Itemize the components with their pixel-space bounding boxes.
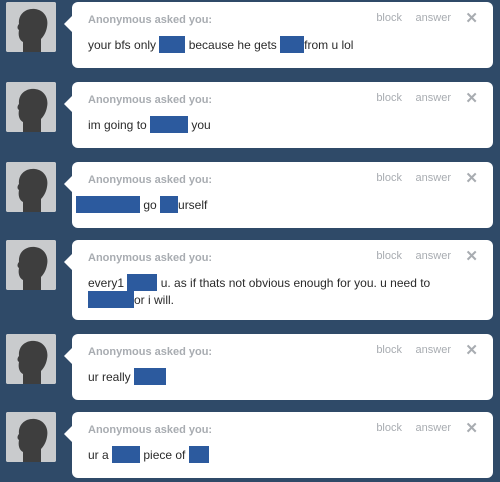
ask-card: Anonymous asked you: block answer ✕ ur r… xyxy=(64,334,493,400)
close-icon[interactable]: ✕ xyxy=(465,89,478,107)
asker-avatar xyxy=(6,2,56,52)
redaction-bar xyxy=(112,446,141,463)
block-button[interactable]: block xyxy=(376,250,402,262)
answer-button[interactable]: answer xyxy=(416,344,451,356)
default-avatar-silhouette-icon xyxy=(6,82,56,132)
redaction-bar xyxy=(150,116,189,133)
ask-message: every1 u. as if thats not obvious enough… xyxy=(88,274,431,308)
ask-item: Anonymous asked you: block answer ✕ ur r… xyxy=(0,334,500,400)
asker-avatar xyxy=(6,240,56,290)
asker-avatar xyxy=(6,82,56,132)
block-button[interactable]: block xyxy=(376,172,402,184)
asker-label: Anonymous asked you: xyxy=(88,94,213,106)
ask-message: your bfs only because he gets from u lol xyxy=(88,36,354,53)
redaction-bar xyxy=(188,446,209,463)
block-button[interactable]: block xyxy=(376,92,402,104)
ask-message: ur a piece of xyxy=(88,446,469,463)
asker-avatar xyxy=(6,334,56,384)
asker-label: Anonymous asked you: xyxy=(88,252,213,264)
default-avatar-silhouette-icon xyxy=(6,240,56,290)
close-icon[interactable]: ✕ xyxy=(465,247,478,265)
ask-card: Anonymous asked you: block answer ✕ ever… xyxy=(64,240,493,320)
close-icon[interactable]: ✕ xyxy=(465,419,478,437)
redaction-bar xyxy=(134,368,167,385)
asker-avatar xyxy=(6,412,56,462)
default-avatar-silhouette-icon xyxy=(6,2,56,52)
ask-message: ur really xyxy=(88,368,469,385)
redaction-bar xyxy=(88,291,134,308)
block-button[interactable]: block xyxy=(376,422,402,434)
ask-card: Anonymous asked you: block answer ✕ im g… xyxy=(64,82,493,148)
ask-card: Anonymous asked you: block answer ✕ go u… xyxy=(64,162,493,228)
block-button[interactable]: block xyxy=(376,344,402,356)
redaction-bar xyxy=(160,196,179,213)
asker-label: Anonymous asked you: xyxy=(88,346,213,358)
asker-label: Anonymous asked you: xyxy=(88,424,213,436)
answer-button[interactable]: answer xyxy=(416,92,451,104)
default-avatar-silhouette-icon xyxy=(6,162,56,212)
close-icon[interactable]: ✕ xyxy=(465,169,478,187)
ask-item: Anonymous asked you: block answer ✕ your… xyxy=(0,2,500,68)
ask-item: Anonymous asked you: block answer ✕ go u… xyxy=(0,162,500,228)
ask-card: Anonymous asked you: block answer ✕ your… xyxy=(64,2,493,68)
ask-item: Anonymous asked you: block answer ✕ im g… xyxy=(0,82,500,148)
asker-label: Anonymous asked you: xyxy=(88,14,213,26)
answer-button[interactable]: answer xyxy=(416,12,451,24)
asker-avatar xyxy=(6,162,56,212)
block-button[interactable]: block xyxy=(376,12,402,24)
redaction-bar xyxy=(159,36,186,53)
answer-button[interactable]: answer xyxy=(416,250,451,262)
ask-card: Anonymous asked you: block answer ✕ ur a… xyxy=(64,412,493,478)
asker-label: Anonymous asked you: xyxy=(88,174,213,186)
answer-button[interactable]: answer xyxy=(416,422,451,434)
redaction-bar xyxy=(76,196,140,213)
ask-item: Anonymous asked you: block answer ✕ ur a… xyxy=(0,412,500,478)
ask-item: Anonymous asked you: block answer ✕ ever… xyxy=(0,240,500,320)
default-avatar-silhouette-icon xyxy=(6,334,56,384)
answer-button[interactable]: answer xyxy=(416,172,451,184)
close-icon[interactable]: ✕ xyxy=(465,341,478,359)
default-avatar-silhouette-icon xyxy=(6,412,56,462)
ask-message: go urself xyxy=(76,196,469,213)
redaction-bar xyxy=(280,36,305,53)
ask-message: im going to you xyxy=(88,116,211,133)
close-icon[interactable]: ✕ xyxy=(465,9,478,27)
redaction-bar xyxy=(127,274,158,291)
